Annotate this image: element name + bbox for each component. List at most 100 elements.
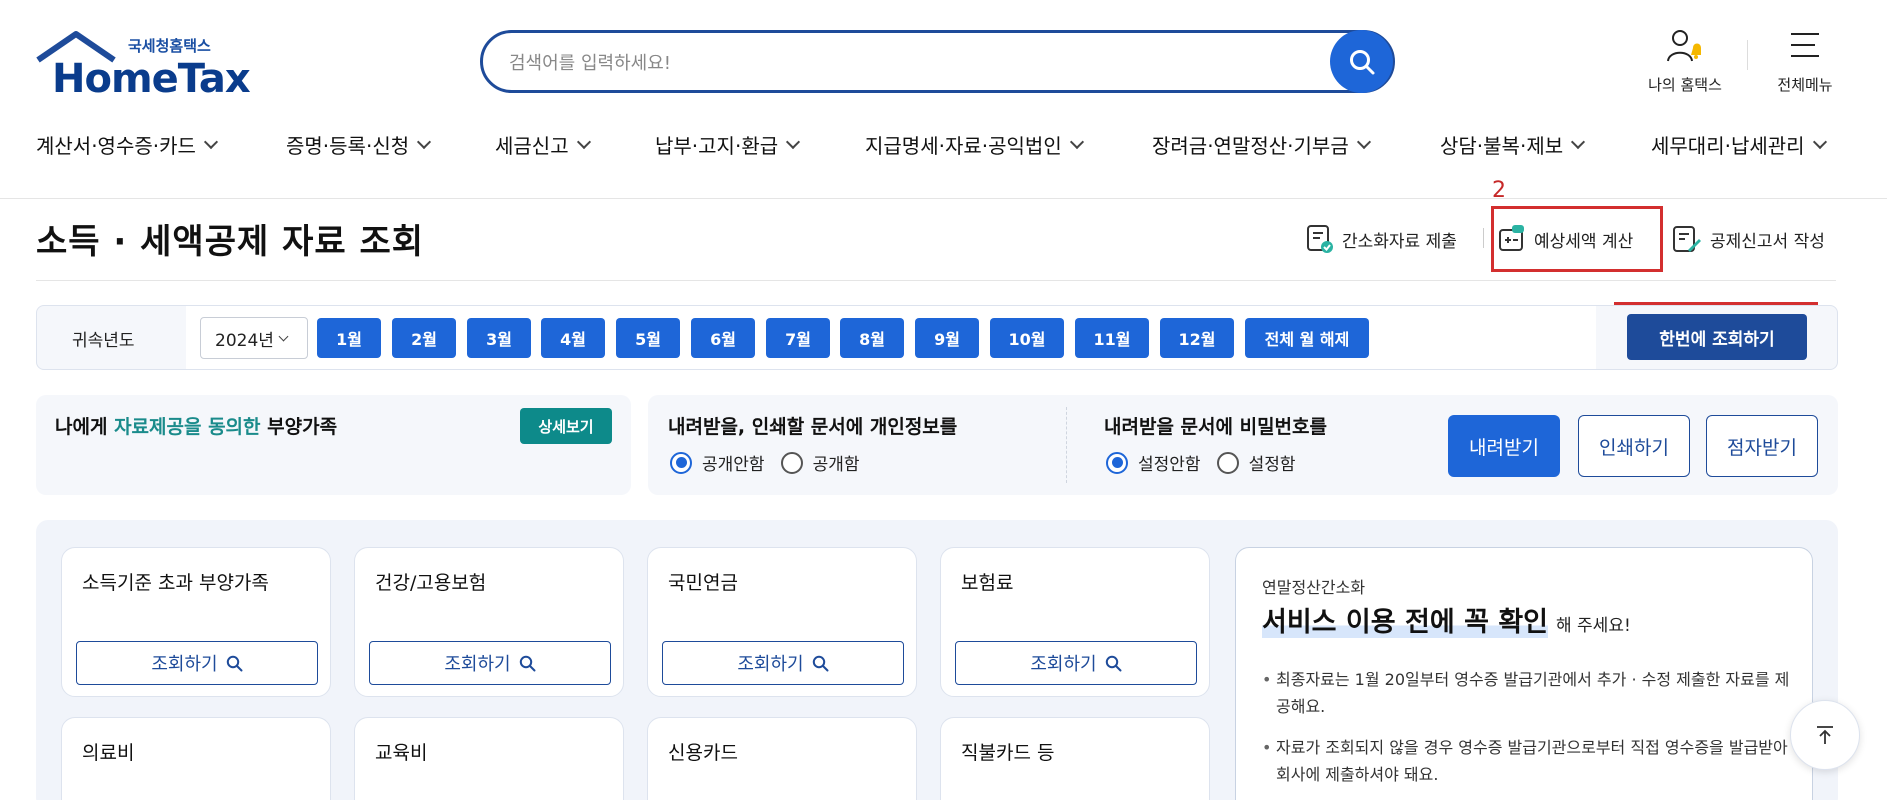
card-title: 소득기준 초과 부양가족 (82, 572, 269, 594)
search-icon (226, 655, 243, 671)
month-button-8[interactable]: 8월 (840, 318, 904, 358)
annotation-number-2: 2 (1492, 178, 1506, 203)
card-title: 신용카드 (668, 742, 738, 764)
clear-months-button[interactable]: 전체 월 해제 (1245, 318, 1369, 358)
password-none-radio[interactable] (1106, 451, 1128, 474)
query-button[interactable]: 조회하기 (662, 641, 904, 685)
month-button-9[interactable]: 9월 (915, 318, 979, 358)
query-button[interactable]: 조회하기 (955, 641, 1197, 685)
nav-item-label: 장려금·연말정산·기부금 (1152, 134, 1349, 158)
privacy-hide-radio[interactable] (670, 451, 692, 474)
chevron-down-icon (576, 134, 591, 150)
card-title: 보험료 (961, 572, 1014, 594)
title-divider (36, 280, 1836, 281)
month-button-11[interactable]: 11월 (1075, 318, 1149, 358)
nav-item-tax-report[interactable]: 세금신고 (495, 130, 591, 159)
write-deduction-label: 공제신고서 작성 (1710, 231, 1825, 252)
search-icon (1349, 49, 1374, 74)
query-all-button[interactable]: 한번에 조회하기 (1627, 314, 1807, 360)
card-national-pension: 국민연금 조회하기 (647, 547, 917, 697)
nav-item-payment[interactable]: 납부·고지·환급 (655, 130, 801, 159)
nav-item-invoice[interactable]: 계산서·영수증·카드 (36, 130, 218, 159)
chevron-down-icon (1812, 134, 1827, 150)
nav-item-consult[interactable]: 상담·불복·제보 (1440, 130, 1586, 159)
dependents-suffix: 부양가족 (260, 416, 338, 438)
annotation-box-estimate (1491, 206, 1663, 272)
notice-card: 연말정산간소화 서비스 이용 전에 꼭 확인 해 주세요! 최종자료는 1월 20… (1235, 547, 1813, 800)
detail-view-button[interactable]: 상세보기 (520, 408, 612, 444)
year-value: 2024년 (215, 330, 274, 351)
chevron-down-icon (1356, 134, 1371, 150)
month-button-3[interactable]: 3월 (467, 318, 531, 358)
dependents-highlight: 자료제공을 동의한 (114, 416, 261, 438)
query-button[interactable]: 조회하기 (369, 641, 611, 685)
card-debit-card: 직불카드 등 (940, 717, 1210, 800)
nav-item-statement[interactable]: 지급명세·자료·공익법인 (865, 130, 1084, 159)
notice-item: 자료가 조회되지 않을 경우 영수증 발급기관으로부터 직접 영수증을 발급받아… (1262, 734, 1792, 788)
print-button[interactable]: 인쇄하기 (1578, 415, 1690, 477)
month-button-12[interactable]: 12월 (1160, 318, 1234, 358)
card-title: 교육비 (375, 742, 428, 764)
password-none-label: 설정안함 (1138, 455, 1201, 475)
user-bell-icon (1667, 30, 1701, 62)
month-button-4[interactable]: 4월 (541, 318, 605, 358)
card-health-insurance: 건강/고용보험 조회하기 (354, 547, 624, 697)
scroll-top-button[interactable] (1790, 700, 1860, 770)
year-label: 귀속년도 (72, 331, 135, 351)
main-nav: 계산서·영수증·카드 증명·등록·신청 세금신고 납부·고지·환급 지급명세·자… (0, 130, 1887, 170)
nav-item-label: 상담·불복·제보 (1440, 134, 1564, 158)
notice-item: 최종자료는 1월 20일부터 영수증 발급기관에서 추가 · 수정 제출한 자료… (1262, 666, 1792, 720)
hometax-logo[interactable]: 국세청홈택스 HomeTax (36, 30, 251, 102)
nav-item-agent[interactable]: 세무대리·납세관리 (1651, 130, 1827, 159)
month-button-7[interactable]: 7월 (766, 318, 830, 358)
card-credit-card: 신용카드 (647, 717, 917, 800)
nav-item-label: 세무대리·납세관리 (1651, 134, 1805, 158)
query-button-label: 조회하기 (737, 654, 804, 675)
query-button-label: 조회하기 (1030, 654, 1097, 675)
write-deduction-link[interactable]: 공제신고서 작성 (1672, 224, 1825, 254)
card-medical: 의료비 (61, 717, 331, 800)
logo-korean-text: 국세청홈택스 (128, 37, 211, 55)
download-button[interactable]: 내려받기 (1448, 415, 1560, 477)
page-title: 소득 · 세액공제 자료 조회 (36, 222, 425, 262)
month-button-1[interactable]: 1월 (317, 318, 381, 358)
search-button[interactable] (1330, 30, 1393, 93)
password-radio-group: 설정안함 설정함 (1106, 450, 1295, 475)
year-select[interactable]: 2024년 (200, 317, 308, 359)
document-check-icon (1307, 225, 1333, 253)
dependents-prefix: 나에게 (55, 416, 115, 438)
privacy-radio-group: 공개안함 공개함 (670, 450, 859, 475)
month-button-10[interactable]: 10월 (990, 318, 1064, 358)
privacy-show-label: 공개함 (812, 455, 860, 475)
search-icon (812, 655, 829, 671)
braille-button[interactable]: 점자받기 (1706, 415, 1818, 477)
nav-item-label: 지급명세·자료·공익법인 (865, 134, 1062, 158)
submit-simplified-link[interactable]: 간소화자료 제출 (1306, 224, 1457, 254)
nav-item-year-end[interactable]: 장려금·연말정산·기부금 (1152, 130, 1371, 159)
card-title: 국민연금 (668, 572, 738, 594)
card-education: 교육비 (354, 717, 624, 800)
search-input[interactable] (509, 49, 1289, 77)
card-insurance-premium: 보험료 조회하기 (940, 547, 1210, 697)
all-menu-label: 전체메뉴 (1777, 76, 1833, 94)
month-button-2[interactable]: 2월 (392, 318, 456, 358)
chevron-down-icon (417, 134, 432, 150)
month-button-5[interactable]: 5월 (616, 318, 680, 358)
link-divider (1483, 228, 1484, 248)
chevron-down-icon (1571, 134, 1586, 150)
query-button[interactable]: 조회하기 (76, 641, 318, 685)
password-set-label: 설정함 (1248, 455, 1296, 475)
card-excess-dependents: 소득기준 초과 부양가족 조회하기 (61, 547, 331, 697)
card-title: 의료비 (82, 742, 135, 764)
all-menu-button[interactable]: 전체메뉴 (1770, 28, 1840, 95)
password-title: 내려받을 문서에 비밀번호를 (1104, 416, 1327, 438)
nav-item-certificate[interactable]: 증명·등록·신청 (286, 130, 432, 159)
my-hometax-link[interactable]: 나의 홈택스 (1640, 28, 1730, 95)
privacy-show-radio[interactable] (780, 451, 803, 474)
notice-headline-text: 서비스 이용 전에 꼭 확인 (1262, 607, 1548, 638)
privacy-title: 내려받을, 인쇄할 문서에 개인정보를 (668, 416, 958, 438)
password-set-radio[interactable] (1216, 451, 1239, 474)
month-button-6[interactable]: 6월 (691, 318, 755, 358)
nav-divider (0, 198, 1887, 199)
query-button-label: 조회하기 (151, 654, 218, 675)
